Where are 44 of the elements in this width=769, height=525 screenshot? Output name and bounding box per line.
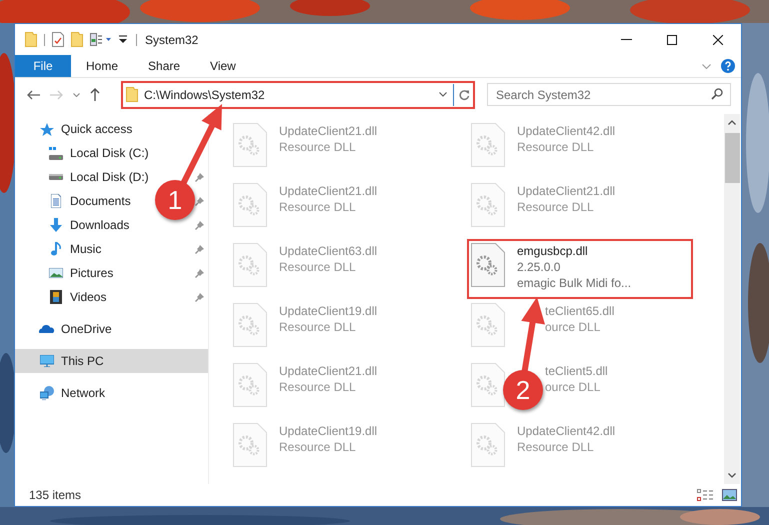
file-name: UpdateClient21.dll [279, 363, 378, 379]
file-detail: Resource DLL [279, 199, 357, 215]
file-detail: Resource DLL [517, 439, 595, 455]
file-name: UpdateClient21.dll [279, 123, 378, 139]
nav-item[interactable]: Pictures [15, 261, 120, 285]
file-name: UpdateClient19.dll [279, 303, 378, 319]
search-field[interactable]: Search System32 [487, 83, 731, 106]
file-detail: ource DLL [545, 379, 602, 395]
file-name: UpdateClient42.dll [517, 123, 616, 139]
file-detail: Resource DLL [279, 139, 357, 155]
nav-item[interactable]: OneDrive [15, 317, 118, 341]
file-detail: Resource DLL [517, 199, 595, 215]
file-menu-button[interactable]: File [15, 55, 71, 77]
ribbon-tab[interactable]: Home [71, 55, 134, 77]
ribbon-tab[interactable]: Share [133, 55, 196, 77]
file-name: UpdateClient63.dll [279, 243, 378, 259]
nav-item[interactable]: Music [15, 237, 108, 261]
item-count: 135 items [29, 487, 82, 504]
nav-item[interactable]: Documents [15, 189, 137, 213]
file-detail: Resource DLL [279, 259, 357, 275]
file-detail: Resource DLL [517, 139, 595, 155]
nav-item[interactable]: Local Disk (C:) [15, 141, 155, 165]
ribbon-tab[interactable]: View [195, 55, 251, 77]
file-name: UpdateClient21.dll [517, 183, 616, 199]
file-name: emgusbcp.dll [517, 243, 589, 259]
file-name: teClient65.dll [545, 303, 614, 319]
nav-item[interactable]: Downloads [15, 213, 136, 237]
file-name: UpdateClient42.dll [517, 423, 616, 439]
window-title: System32 [145, 32, 198, 48]
address-bar[interactable]: C:\Windows\System32 [121, 80, 475, 108]
nav-item[interactable]: This PC [15, 349, 208, 373]
file-detail: ource DLL [545, 319, 602, 335]
file-detail: Resource DLL [279, 319, 357, 335]
file-name: teClient5.dll [545, 363, 608, 379]
file-name: UpdateClient19.dll [279, 423, 378, 439]
nav-item[interactable]: Videos [15, 285, 112, 309]
nav-item[interactable]: Quick access [15, 117, 138, 141]
file-detail: Resource DLL [279, 439, 357, 455]
nav-item[interactable]: Local Disk (D:) [15, 165, 155, 189]
nav-item[interactable]: Network [15, 381, 112, 405]
file-detail: 2.25.0.0 [517, 259, 562, 275]
file-detail: emagic Bulk Midi fo... [517, 275, 632, 291]
file-detail: Resource DLL [279, 379, 357, 395]
file-name: UpdateClient21.dll [279, 183, 378, 199]
